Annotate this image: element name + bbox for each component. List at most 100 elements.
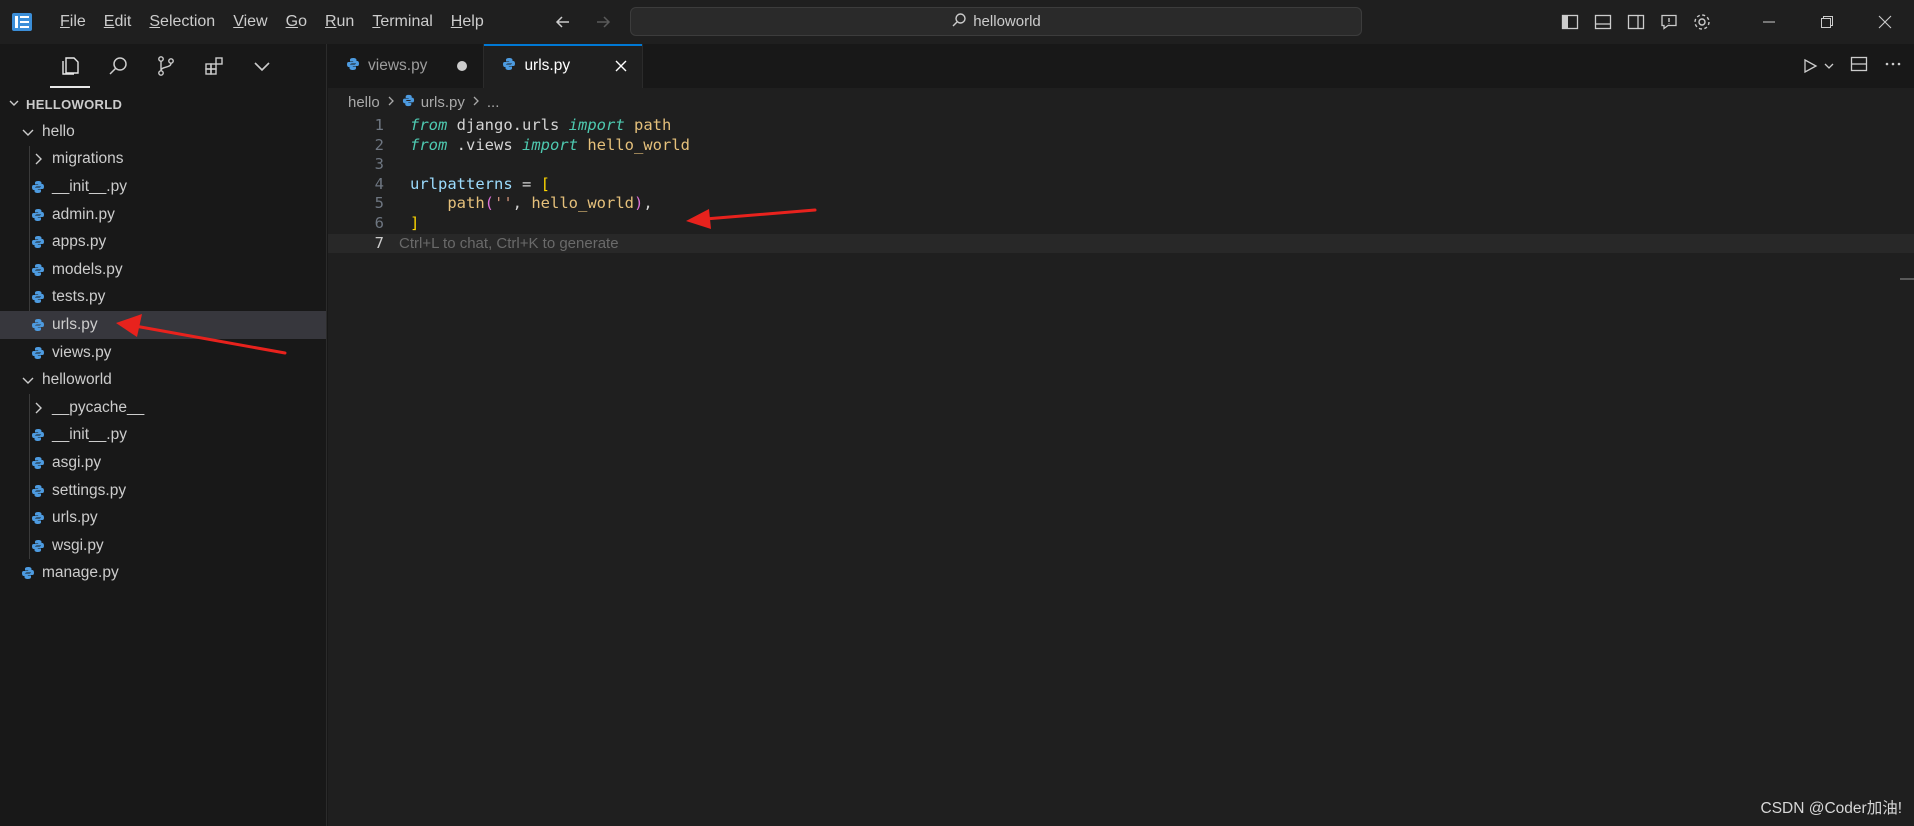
tree-file[interactable]: manage.py [0,560,326,588]
close-window-button[interactable] [1856,0,1914,44]
python-file-icon [30,262,46,278]
tree-file[interactable]: views.py [0,339,326,367]
menu-item-terminal[interactable]: Terminal [363,7,441,37]
tree-file[interactable]: __init__.py [0,422,326,450]
minimize-button[interactable] [1740,0,1798,44]
chevron-right-icon [386,94,396,111]
explorer-section-header[interactable]: HELLOWORLD [0,90,326,118]
line-number: 4 [374,174,384,193]
tree-item-label: helloworld [42,371,112,389]
tree-item-label: urls.py [52,509,98,527]
tree-item-label: urls.py [52,315,98,333]
tree-item-label: settings.py [52,481,127,499]
restore-button[interactable] [1798,0,1856,44]
tree-file[interactable]: wsgi.py [0,532,326,560]
split-editor-icon[interactable] [1850,55,1868,77]
toggle-secondary-sidebar-icon[interactable] [1624,10,1648,34]
chevron-right-icon [30,151,46,167]
line-number: 1 [374,116,384,134]
tab-urls-py[interactable]: urls.py [484,44,644,88]
code-editor[interactable]: 1 from django.urls import path 2 from .v… [328,116,1914,254]
watermark: CSDN @Coder加油! [1760,800,1902,817]
tree-file[interactable]: asgi.py [0,449,326,477]
menu-item-run[interactable]: Run [316,7,363,37]
tree-file[interactable]: urls.py [0,504,326,532]
run-python-button[interactable] [1802,58,1834,74]
tree-item-label: tests.py [52,288,106,306]
python-file-icon [502,57,516,76]
tree-file[interactable]: tests.py [0,284,326,312]
search-icon[interactable] [104,52,132,80]
chevron-down-icon [1824,63,1834,69]
file-tree: hello migrations __init__.py admin.py apps.p… [0,118,326,587]
chevron-down-icon [8,97,20,112]
line-number: 3 [374,155,384,174]
settings-gear-icon[interactable] [1690,10,1714,34]
menu-item-edit[interactable]: Edit [95,7,141,37]
code-line: 4 urlpatterns = [ [328,175,1914,195]
tree-item-label: manage.py [42,564,119,582]
breadcrumb-folder[interactable]: hello [348,94,380,111]
tab-label: views.py [368,57,428,74]
breadcrumb-file[interactable]: urls.py [421,94,465,111]
source-control-icon[interactable] [152,52,180,80]
tree-file[interactable]: urls.py [0,311,326,339]
python-file-icon [30,455,46,471]
toggle-panel-icon[interactable] [1591,10,1615,34]
activity-bar [0,44,326,88]
tree-file[interactable]: __init__.py [0,173,326,201]
more-actions-icon[interactable] [1884,55,1902,77]
tree-item-label: __pycache__ [52,398,145,416]
menu-bar: File Edit Selection View Go Run Terminal Help [51,7,493,37]
tree-item-label: admin.py [52,205,115,223]
scrollbar-cursor-marker [1900,278,1914,280]
search-icon [951,12,967,32]
tab-bar: views.py urls.py [328,44,1914,88]
explorer-files-icon[interactable] [50,52,90,88]
python-file-icon [30,538,46,554]
back-arrow-icon[interactable] [551,10,575,34]
tree-file[interactable]: apps.py [0,228,326,256]
tree-file[interactable]: settings.py [0,477,326,505]
chevron-down-icon [20,372,36,388]
close-tab-icon[interactable] [612,57,630,75]
toggle-primary-sidebar-icon[interactable] [1558,10,1582,34]
python-file-icon [30,234,46,250]
tree-folder[interactable]: migrations [0,146,326,174]
tab-views-py[interactable]: views.py [328,44,485,88]
editor-scrollbar[interactable] [1900,116,1914,826]
tree-item-label: apps.py [52,233,107,251]
tree-item-label: __init__.py [52,177,127,195]
python-file-icon [20,565,36,581]
tree-file[interactable]: admin.py [0,201,326,229]
code-line: 1 from django.urls import path [328,116,1914,136]
menu-item-help[interactable]: Help [442,7,493,37]
title-bar-controls [1558,0,1914,44]
chevron-down-icon[interactable] [248,52,276,80]
line-number: 7 [374,233,384,252]
menu-item-selection[interactable]: Selection [140,7,224,37]
tree-folder[interactable]: __pycache__ [0,394,326,422]
menu-item-go[interactable]: Go [277,7,316,37]
python-file-icon [30,483,46,499]
chevron-right-icon [30,400,46,416]
tree-item-label: models.py [52,260,123,278]
python-file-icon [30,427,46,443]
menu-item-file[interactable]: File [51,7,95,37]
play-icon [1804,58,1818,74]
breadcrumb: hello urls.py ... [328,88,1914,116]
sidebar: HELLOWORLD hello migrations __init__.py adm… [0,44,327,826]
tree-item-label: hello [42,122,75,140]
code-line-current: 7 Ctrl+L to chat, Ctrl+K to generate [328,233,1914,254]
feedback-icon[interactable] [1657,10,1681,34]
explorer-title: HELLOWORLD [26,96,123,112]
tree-folder[interactable]: hello [0,118,326,146]
command-center-search[interactable]: helloworld [630,7,1362,36]
extensions-icon[interactable] [200,52,228,80]
tree-folder[interactable]: helloworld [0,366,326,394]
menu-item-view[interactable]: View [224,7,276,37]
forward-arrow-icon[interactable] [591,10,615,34]
breadcrumb-more[interactable]: ... [487,94,500,111]
tree-file[interactable]: models.py [0,256,326,284]
unsaved-dot-icon[interactable] [457,61,468,71]
